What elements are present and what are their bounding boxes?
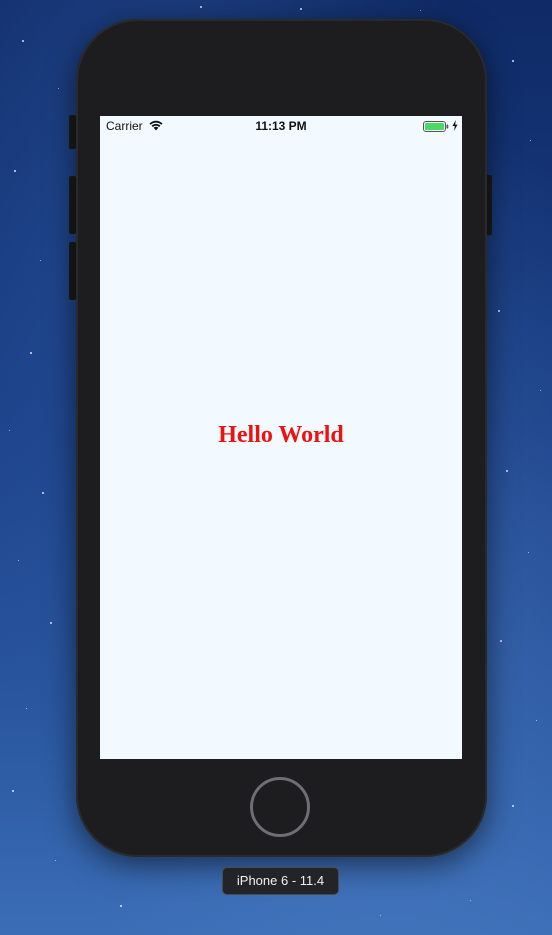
device-screen[interactable]: Carrier 11:13 PM Hello World [100, 116, 462, 759]
clock-time: 11:13 PM [255, 119, 307, 133]
status-bar: Carrier 11:13 PM [100, 116, 462, 136]
volume-up-button [69, 176, 76, 234]
home-button[interactable] [250, 777, 310, 837]
battery-icon [423, 121, 449, 132]
volume-down-button [69, 242, 76, 300]
simulator-device-label: iPhone 6 - 11.4 [222, 867, 339, 895]
charging-bolt-icon [452, 120, 458, 131]
hello-world-label: Hello World [218, 422, 344, 448]
mute-switch [69, 115, 76, 149]
